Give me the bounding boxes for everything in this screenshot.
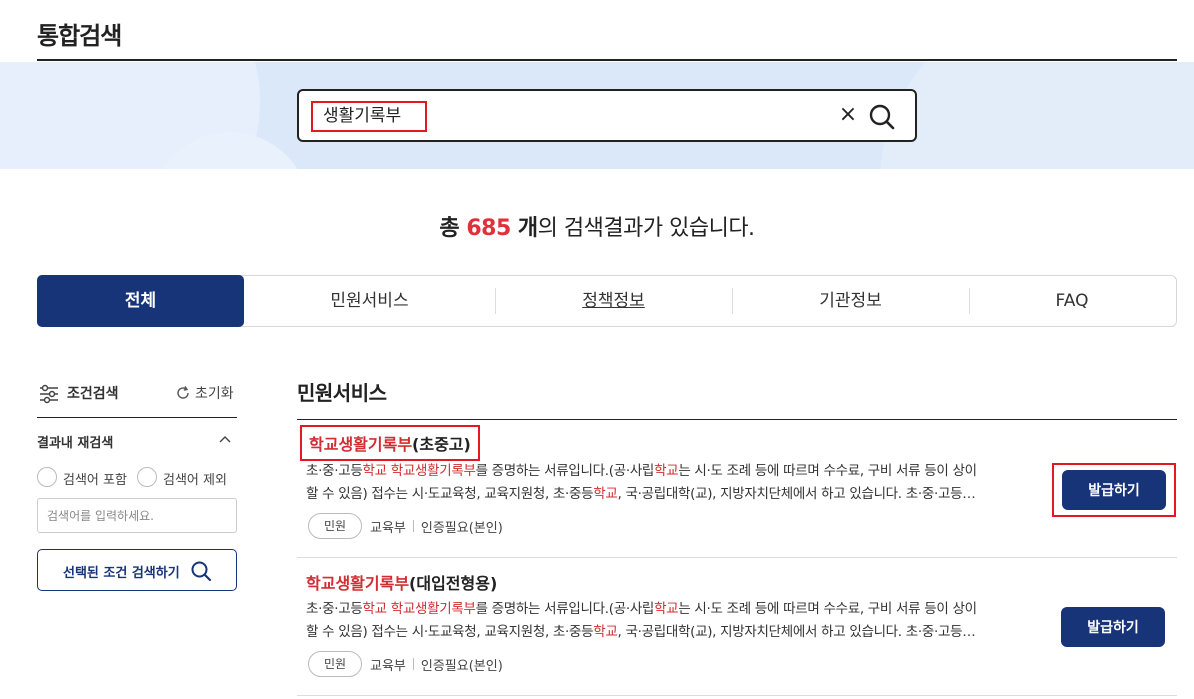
keyword-highlight: 학교 <box>362 463 387 479</box>
summary-unit: 개 <box>510 216 538 241</box>
reset-label: 초기화 <box>195 386 234 402</box>
result-count: 685 <box>466 216 511 241</box>
summary-prefix: 총 <box>439 216 467 241</box>
title-divider <box>37 59 1177 61</box>
result-meta: 민원 교육부 인증필요(본인) <box>308 651 503 677</box>
tab-all[interactable]: 전체 <box>37 275 244 327</box>
result-summary: 총 685 개의 검색결과가 있습니다. <box>0 210 1194 242</box>
tab-civil-service[interactable]: 민원서비스 <box>244 276 495 326</box>
desc-text: 를 증명하는 서류입니다.(공·사립 <box>475 601 655 617</box>
agency-name: 교육부 <box>370 658 406 674</box>
desc-text: 할 수 있음) 접수는 시·도교육청, 교육지원청, 초·중등 <box>306 486 594 502</box>
keyword-highlight: 학교 <box>654 463 679 479</box>
issue-button[interactable]: 발급하기 <box>1061 607 1165 647</box>
keyword-highlight: 학교 <box>593 486 618 502</box>
page-title: 통합검색 <box>37 22 122 50</box>
search-icon <box>191 561 212 582</box>
keyword-highlight: 학교 <box>362 601 387 617</box>
type-badge: 민원 <box>308 513 362 539</box>
refine-search-title: 결과내 재검색 <box>37 436 114 451</box>
chevron-up-icon[interactable] <box>218 434 232 444</box>
refine-search-input[interactable] <box>37 498 237 533</box>
radio-circle[interactable] <box>37 467 57 487</box>
auth-requirement: 인증필요(본인) <box>420 520 503 536</box>
type-badge: 민원 <box>308 651 362 677</box>
desc-text: 초·중·고등 <box>306 463 363 479</box>
category-tabs: 전체 민원서비스 정책정보 기관정보 FAQ <box>37 275 1177 327</box>
desc-text: , 국·공립대학(교), 지방자치단체에서 하고 있습니다. 초·중·고등… <box>617 624 976 640</box>
close-icon[interactable]: × <box>836 103 860 127</box>
reset-button[interactable]: 초기화 <box>175 383 234 403</box>
section-title: 민원서비스 <box>297 381 387 405</box>
conditional-search-button[interactable]: 선택된 조건 검색하기 <box>37 549 237 591</box>
agency-name: 교육부 <box>370 520 406 536</box>
desc-text: 는 시·도 조례 등에 따르며 수수료, 구비 서류 등이 상이 <box>678 601 977 617</box>
keyword-highlight: 학교생활기록부 <box>390 463 476 479</box>
result-description: 초·중·고등학교 학교생활기록부를 증명하는 서류입니다.(공·사립학교는 시·… <box>306 598 1041 644</box>
radio-circle[interactable] <box>137 467 157 487</box>
summary-suffix: 의 검색결과가 있습니다. <box>537 216 755 241</box>
result-item: 학교생활기록부(대입전형용) 초·중·고등학교 학교생활기록부를 증명하는 서류… <box>297 558 1177 696</box>
search-input[interactable]: 생활기록부 × <box>297 89 917 142</box>
desc-line-2: 할 수 있음) 접수는 시·도교육청, 교육지원청, 초·중등학교, 국·공립대… <box>306 621 1041 644</box>
filter-header: 조건검색 초기화 <box>37 380 237 418</box>
desc-line-1: 초·중·고등학교 학교생활기록부를 증명하는 서류입니다.(공·사립학교는 시·… <box>306 598 1041 621</box>
search-icon[interactable] <box>868 103 896 131</box>
keyword-highlight: 학교 <box>593 624 618 640</box>
desc-text: 를 증명하는 서류입니다.(공·사립 <box>475 463 655 479</box>
refresh-icon <box>177 386 189 399</box>
issue-button-highlight: 발급하기 <box>1052 463 1176 517</box>
conditional-search-label: 선택된 조건 검색하기 <box>63 566 180 581</box>
desc-line-2: 할 수 있음) 접수는 시·도교육청, 교육지원청, 초·중등학교, 국·공립대… <box>306 483 1041 506</box>
radio-include-label: 검색어 포함 <box>63 473 127 488</box>
desc-text: 초·중·고등 <box>306 601 363 617</box>
filter-title: 조건검색 <box>67 386 119 402</box>
result-item: 학교생활기록부(초중고) 초·중·고등학교 학교생활기록부를 증명하는 서류입니… <box>297 420 1177 558</box>
radio-exclude-label: 검색어 제외 <box>163 473 227 488</box>
issue-button-wrap: 발급하기 <box>1052 601 1176 655</box>
result-title-link[interactable]: 학교생활기록부(초중고) <box>300 425 480 461</box>
result-description: 초·중·고등학교 학교생활기록부를 증명하는 서류입니다.(공·사립학교는 시·… <box>306 460 1041 506</box>
filter-sliders-icon <box>40 384 58 404</box>
desc-text: 할 수 있음) 접수는 시·도교육청, 교육지원청, 초·중등 <box>306 624 594 640</box>
tab-policy-info[interactable]: 정책정보 <box>495 276 732 326</box>
result-title-link[interactable]: 학교생활기록부(대입전형용) <box>306 570 497 594</box>
keyword-highlight: 학교생활기록부 <box>390 601 476 617</box>
desc-text: 는 시·도 조례 등에 따르며 수수료, 구비 서류 등이 상이 <box>678 463 977 479</box>
auth-requirement: 인증필요(본인) <box>420 658 503 674</box>
keyword-highlight: 학교 <box>654 601 679 617</box>
tab-faq[interactable]: FAQ <box>969 276 1175 326</box>
search-query-text[interactable]: 생활기록부 <box>311 101 427 132</box>
result-meta: 민원 교육부 인증필요(본인) <box>308 513 503 539</box>
desc-line-1: 초·중·고등학교 학교생활기록부를 증명하는 서류입니다.(공·사립학교는 시·… <box>306 460 1041 483</box>
tab-agency-info[interactable]: 기관정보 <box>732 276 969 326</box>
issue-button[interactable]: 발급하기 <box>1062 470 1166 510</box>
desc-text: , 국·공립대학(교), 지방자치단체에서 하고 있습니다. 초·중·고등… <box>617 486 976 502</box>
